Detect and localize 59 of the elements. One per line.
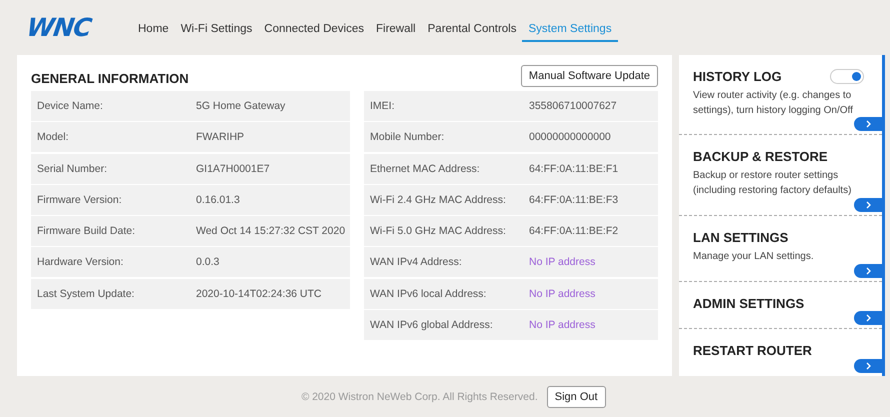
- field-value: 355806710007627: [529, 100, 617, 112]
- card-description: Backup or restore router settings (including restoring factory defaults): [693, 169, 852, 198]
- logo: WNC: [24, 13, 94, 42]
- field-value: GI1A7H0001E7: [196, 162, 270, 175]
- field-value: No IP address: [529, 288, 596, 300]
- field-label: WAN IPv6 global Address:: [370, 319, 494, 332]
- nav-tab[interactable]: Wi-Fi Settings: [174, 19, 258, 42]
- card-title: RESTART ROUTER: [693, 343, 812, 358]
- chevron-right-icon[interactable]: [854, 264, 882, 278]
- settings-card[interactable]: HISTORY LOG View router activity (e.g. changes to settings), turn history logging On/Off: [679, 55, 882, 135]
- field-label: WAN IPv6 local Address:: [370, 288, 488, 300]
- nav-tab[interactable]: Firewall: [370, 19, 422, 42]
- field-value: 64:FF:0A:11:BE:F1: [529, 162, 618, 175]
- settings-card[interactable]: LAN SETTINGS Manage your LAN settings.: [679, 216, 882, 282]
- card-description: Manage your LAN settings.: [693, 250, 815, 264]
- field-value: 00000000000000: [529, 131, 611, 144]
- chevron-right-icon[interactable]: [854, 117, 882, 131]
- settings-card[interactable]: BACKUP & RESTORE Backup or restore router settings (including restoring factory defaults): [679, 135, 882, 216]
- field-label: Model:: [37, 131, 70, 144]
- card-title: ADMIN SETTINGS: [693, 296, 804, 311]
- card-title: BACKUP & RESTORE: [693, 149, 828, 164]
- field-value: No IP address: [529, 256, 596, 268]
- field-label: Hardware Version:: [37, 256, 124, 268]
- sign-out-button[interactable]: Sign Out: [546, 386, 606, 408]
- field-value: 64:FF:0A:11:BE:F3: [529, 194, 618, 206]
- chevron-right-icon[interactable]: [854, 311, 882, 325]
- chevron-right-icon[interactable]: [854, 198, 882, 212]
- field-value: FWARIHP: [196, 131, 244, 144]
- toggle-switch[interactable]: [830, 69, 864, 84]
- field-label: Firmware Build Date:: [37, 225, 136, 238]
- nav-tab[interactable]: Connected Devices: [258, 19, 370, 42]
- field-label: Last System Update:: [37, 288, 136, 300]
- nav-tab[interactable]: Home: [132, 19, 175, 42]
- copyright-text: © 2020 Wistron NeWeb Corp. All Rights Reserved.: [301, 390, 538, 402]
- field-label: Wi-Fi 5.0 GHz MAC Address:: [370, 225, 507, 238]
- field-value: Wed Oct 14 15:27:32 CST 2020: [196, 225, 346, 238]
- chevron-right-icon[interactable]: [854, 359, 882, 373]
- card-title: LAN SETTINGS: [693, 230, 788, 245]
- field-value: 2020-10-14T02:24:36 UTC: [196, 288, 322, 300]
- field-label: IMEI:: [370, 100, 396, 112]
- field-label: Mobile Number:: [370, 131, 446, 144]
- field-label: Serial Number:: [37, 162, 108, 175]
- settings-card[interactable]: RESTART ROUTER: [679, 329, 882, 376]
- section-title: GENERAL INFORMATION: [31, 71, 190, 87]
- field-label: Device Name:: [37, 100, 104, 112]
- field-label: Wi-Fi 2.4 GHz MAC Address:: [370, 194, 507, 206]
- field-label: Firmware Version:: [37, 194, 123, 206]
- field-value: 64:FF:0A:11:BE:F2: [529, 225, 618, 238]
- field-value: No IP address: [529, 319, 596, 332]
- settings-card[interactable]: ADMIN SETTINGS: [679, 282, 882, 329]
- field-value: 5G Home Gateway: [196, 100, 286, 112]
- nav-tab[interactable]: Parental Controls: [422, 19, 522, 42]
- card-description: View router activity (e.g. changes to settings), turn history logging On/Off: [693, 89, 854, 118]
- card-title: HISTORY LOG: [693, 69, 782, 84]
- field-value: 0.16.01.3: [196, 194, 240, 206]
- field-label: WAN IPv4 Address:: [370, 256, 463, 268]
- field-value: 0.0.3: [196, 256, 220, 268]
- field-label: Ethernet MAC Address:: [370, 162, 481, 175]
- manual-update-button[interactable]: Manual Software Update: [520, 65, 658, 87]
